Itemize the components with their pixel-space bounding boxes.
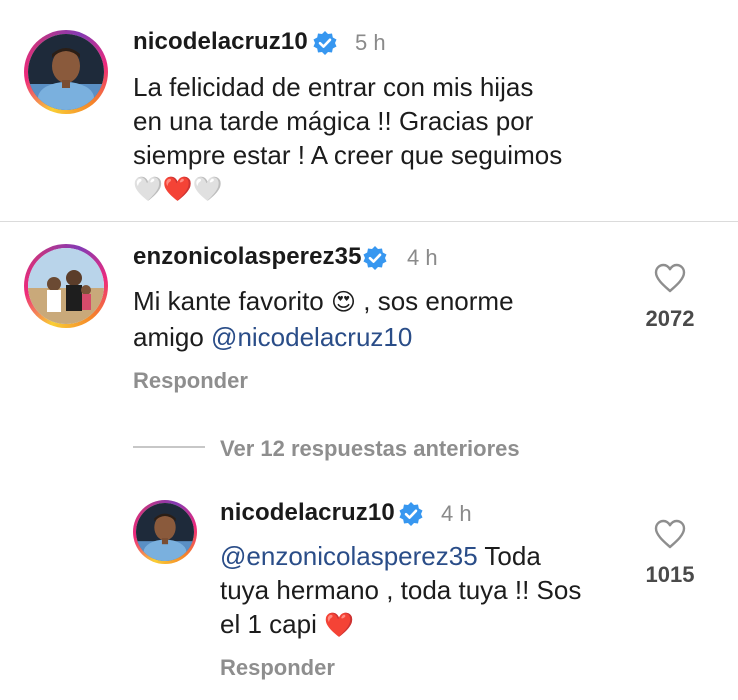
- like-heart-icon[interactable]: [653, 262, 687, 299]
- comment-text: Mi kante favorito 😍 , sos enorme amigo @…: [133, 284, 633, 354]
- like-count: 2072: [645, 306, 695, 331]
- reply-text: @enzonicolasperez35 Toda tuya hermano , …: [220, 539, 620, 643]
- divider: [0, 221, 738, 222]
- verified-badge-icon: [362, 245, 388, 276]
- profile-photo: [136, 503, 194, 561]
- comment-text-line: La felicidad de entrar con mis hijas: [133, 72, 534, 102]
- comment-username[interactable]: nicodelacruz10: [133, 28, 308, 56]
- avatar[interactable]: [24, 244, 108, 328]
- comment-text-line: en una tarde mágica !! Gracias por: [133, 106, 534, 136]
- comment-timestamp: 5 h: [355, 30, 386, 55]
- comment-timestamp: 4 h: [407, 245, 438, 270]
- mention-link[interactable]: @nicodelacruz10: [211, 322, 412, 352]
- reply-text-line: el 1 capi: [220, 609, 317, 639]
- avatar[interactable]: [24, 30, 108, 114]
- reply-button[interactable]: Responder: [133, 368, 248, 394]
- like-heart-icon[interactable]: [653, 518, 687, 555]
- reply-username[interactable]: nicodelacruz10: [220, 499, 395, 527]
- reply-text-line: Toda: [477, 541, 541, 571]
- verified-badge-icon: [312, 30, 338, 61]
- reply-text-line: tuya hermano , toda tuya !! Sos: [220, 575, 582, 605]
- profile-photo: [28, 34, 104, 110]
- comment-text-line: Mi kante favorito: [133, 286, 324, 316]
- heart-eyes-emoji: 😍: [330, 289, 357, 316]
- reply-button[interactable]: Responder: [220, 655, 335, 681]
- avatar[interactable]: [133, 500, 197, 564]
- view-previous-replies-button[interactable]: Ver 12 respuestas anteriores: [220, 436, 520, 462]
- replies-divider-line: [133, 446, 205, 448]
- like-count: 1015: [645, 562, 695, 587]
- mention-link[interactable]: @enzonicolasperez35: [220, 541, 478, 571]
- comment-text: La felicidad de entrar con mis hijas en …: [133, 70, 693, 208]
- red-heart-emoji: ❤️: [324, 612, 354, 639]
- comment-text-line: , sos enorme: [363, 286, 514, 316]
- comment-username[interactable]: enzonicolasperez35: [133, 243, 362, 271]
- reply-timestamp: 4 h: [441, 501, 472, 526]
- profile-photo: [28, 248, 104, 324]
- heart-emojis: 🤍❤️🤍: [133, 176, 223, 203]
- comment-text-line: amigo: [133, 322, 212, 352]
- verified-badge-icon: [398, 501, 424, 532]
- comment-text-line: siempre estar ! A creer que seguimos: [133, 140, 563, 170]
